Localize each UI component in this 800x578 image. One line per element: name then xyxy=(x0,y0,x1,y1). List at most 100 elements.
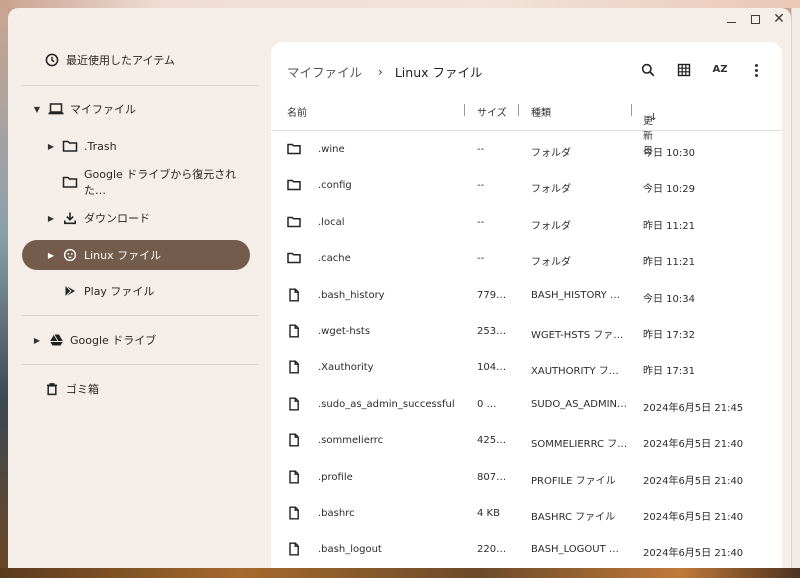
breadcrumb-current: Linux ファイル xyxy=(394,65,483,80)
sidebar-item-label: ダウンロード xyxy=(84,212,150,225)
file-size: -- xyxy=(477,216,485,228)
table-row[interactable]: .config -- フォルダ 今日 10:29 xyxy=(271,167,782,203)
sidebar-item-recent[interactable]: 最近使用したアイテム xyxy=(22,45,258,75)
expand-right-icon[interactable]: ▶ xyxy=(46,142,56,151)
file-size: -- xyxy=(477,180,485,192)
sidebar-item-trash[interactable]: ゴミ箱 xyxy=(22,374,258,404)
expand-right-icon[interactable]: ▶ xyxy=(46,214,56,223)
file-name: .bash_history xyxy=(318,289,385,301)
file-date: 2024年6月5日 21:40 xyxy=(643,439,744,451)
table-row[interactable]: .bash_history 779… BASH_HISTORY … 今日 10:34 xyxy=(271,277,782,313)
column-header-type[interactable]: 種類 xyxy=(531,104,551,119)
google-drive-icon xyxy=(48,332,64,348)
close-icon: ✕ xyxy=(773,11,785,27)
file-type: PROFILE ファイル xyxy=(531,475,616,487)
table-row[interactable]: .sommelierrc 425… SOMMELIERRC フ… 2024年6月5日 … xyxy=(271,422,782,458)
sidebar-item-label: Play ファイル xyxy=(84,285,155,298)
file-date: 2024年6月5日 21:40 xyxy=(643,475,744,487)
folder-icon xyxy=(287,178,301,192)
file-name: .bashrc xyxy=(318,508,355,519)
breadcrumb-separator: › xyxy=(378,64,383,79)
column-resize-handle[interactable] xyxy=(464,104,465,116)
table-row[interactable]: .Xauthority 104… XAUTHORITY フ… 昨日 17:31 xyxy=(271,349,782,385)
linux-penguin-icon xyxy=(62,247,78,263)
maximize-button[interactable] xyxy=(743,8,767,30)
file-icon xyxy=(287,288,301,302)
sidebar-item-trash-folder[interactable]: ▶ .Trash xyxy=(22,131,258,161)
file-name: .profile xyxy=(318,471,353,483)
sidebar-item-label: Google ドライブから復元された… xyxy=(84,168,237,197)
file-name: .Xauthority xyxy=(318,362,374,374)
expand-right-icon[interactable]: ▶ xyxy=(46,251,56,260)
file-size: 4 KB xyxy=(477,508,500,519)
sidebar-item-google-drive[interactable]: ▶ Google ドライブ xyxy=(22,325,258,355)
window-controls: ✕ xyxy=(719,8,791,30)
minimize-button[interactable] xyxy=(719,8,743,30)
folder-icon xyxy=(62,138,78,154)
file-size: 425… xyxy=(477,435,507,447)
sidebar-item-label: 最近使用したアイテム xyxy=(66,54,175,67)
file-size: -- xyxy=(477,253,485,265)
expand-down-icon[interactable]: ▼ xyxy=(32,105,42,114)
file-type: SUDO_AS_ADMIN… xyxy=(531,398,628,410)
file-type: BASH_LOGOUT … xyxy=(531,544,619,556)
table-row[interactable]: .wine -- フォルダ 今日 10:30 xyxy=(271,131,782,167)
file-type: WGET-HSTS ファ… xyxy=(531,330,624,341)
folder-icon xyxy=(62,174,78,190)
toolbar: AZ xyxy=(630,56,774,84)
sort-button[interactable]: AZ xyxy=(702,56,738,84)
table-row[interactable]: .bash_logout 220… BASH_LOGOUT … 2024年6月5日 2… xyxy=(271,531,782,567)
file-type: フォルダ xyxy=(531,220,571,232)
column-header-size[interactable]: サイズ xyxy=(477,104,507,119)
trash-icon xyxy=(44,381,60,397)
breadcrumb: マイファイル › Linux ファイル xyxy=(287,62,482,81)
desktop-wallpaper-left xyxy=(0,8,8,568)
sidebar-item-gdrive-restored[interactable]: Google ドライブから復元された… xyxy=(22,167,258,197)
file-date: 今日 10:29 xyxy=(643,184,695,196)
table-row[interactable]: .profile 807… PROFILE ファイル 2024年6月5日 21:40 xyxy=(271,459,782,495)
sidebar-item-label: Linux ファイル xyxy=(84,249,162,262)
more-options-button[interactable] xyxy=(738,56,774,84)
file-size: 807… xyxy=(477,471,507,483)
file-type: BASHRC ファイル xyxy=(531,512,616,523)
table-row[interactable]: .local -- フォルダ 昨日 11:21 xyxy=(271,204,782,240)
file-name: .wget-hsts xyxy=(318,326,371,337)
sidebar-divider xyxy=(22,315,258,316)
file-name: .config xyxy=(318,180,352,192)
file-size: 220… xyxy=(477,544,507,556)
table-row[interactable]: .sudo_as_admin_successful 0 … SUDO_AS_ADMI… xyxy=(271,386,782,422)
column-header-date[interactable]: 更新日 ↓ xyxy=(643,104,658,157)
file-type: フォルダ xyxy=(531,184,571,196)
breadcrumb-root[interactable]: マイファイル xyxy=(287,62,362,81)
column-header-name[interactable]: 名前 xyxy=(287,104,307,119)
expand-right-icon[interactable]: ▶ xyxy=(32,336,42,345)
file-icon xyxy=(287,470,301,484)
sidebar-item-my-files[interactable]: ▼ マイファイル xyxy=(22,94,258,124)
search-button[interactable] xyxy=(630,56,666,84)
file-type: BASH_HISTORY … xyxy=(531,289,620,301)
column-headers: 名前 サイズ 種類 更新日 ↓ xyxy=(271,96,782,157)
sort-arrow-icon: ↓ xyxy=(649,112,658,123)
file-date: 2024年6月5日 21:45 xyxy=(643,402,744,414)
file-date: 今日 10:34 xyxy=(643,293,695,305)
play-store-icon xyxy=(62,283,78,299)
table-row[interactable]: .wget-hsts 253… WGET-HSTS ファ… 昨日 17:32 xyxy=(271,313,782,349)
sidebar-item-play-files[interactable]: Play ファイル xyxy=(22,276,258,306)
grid-view-button[interactable] xyxy=(666,56,702,84)
sidebar-item-label: マイファイル xyxy=(70,103,136,116)
file-type: フォルダ xyxy=(531,148,571,159)
maximize-icon xyxy=(750,14,760,24)
folder-icon xyxy=(287,251,301,265)
column-resize-handle[interactable] xyxy=(631,104,632,116)
file-icon xyxy=(287,433,301,447)
close-button[interactable]: ✕ xyxy=(767,8,791,30)
file-date: 昨日 17:32 xyxy=(643,330,695,341)
file-icon xyxy=(287,542,301,556)
table-row[interactable]: .bashrc 4 KB BASHRC ファイル 2024年6月5日 21:40 xyxy=(271,495,782,531)
sidebar-item-linux-files[interactable]: ▶ Linux ファイル xyxy=(22,240,250,270)
file-size: 779… xyxy=(477,289,507,301)
table-row[interactable]: .cache -- フォルダ 昨日 11:21 xyxy=(271,240,782,276)
column-resize-handle[interactable] xyxy=(518,104,519,116)
sidebar-item-downloads[interactable]: ▶ ダウンロード xyxy=(22,203,258,233)
search-icon xyxy=(641,63,655,77)
